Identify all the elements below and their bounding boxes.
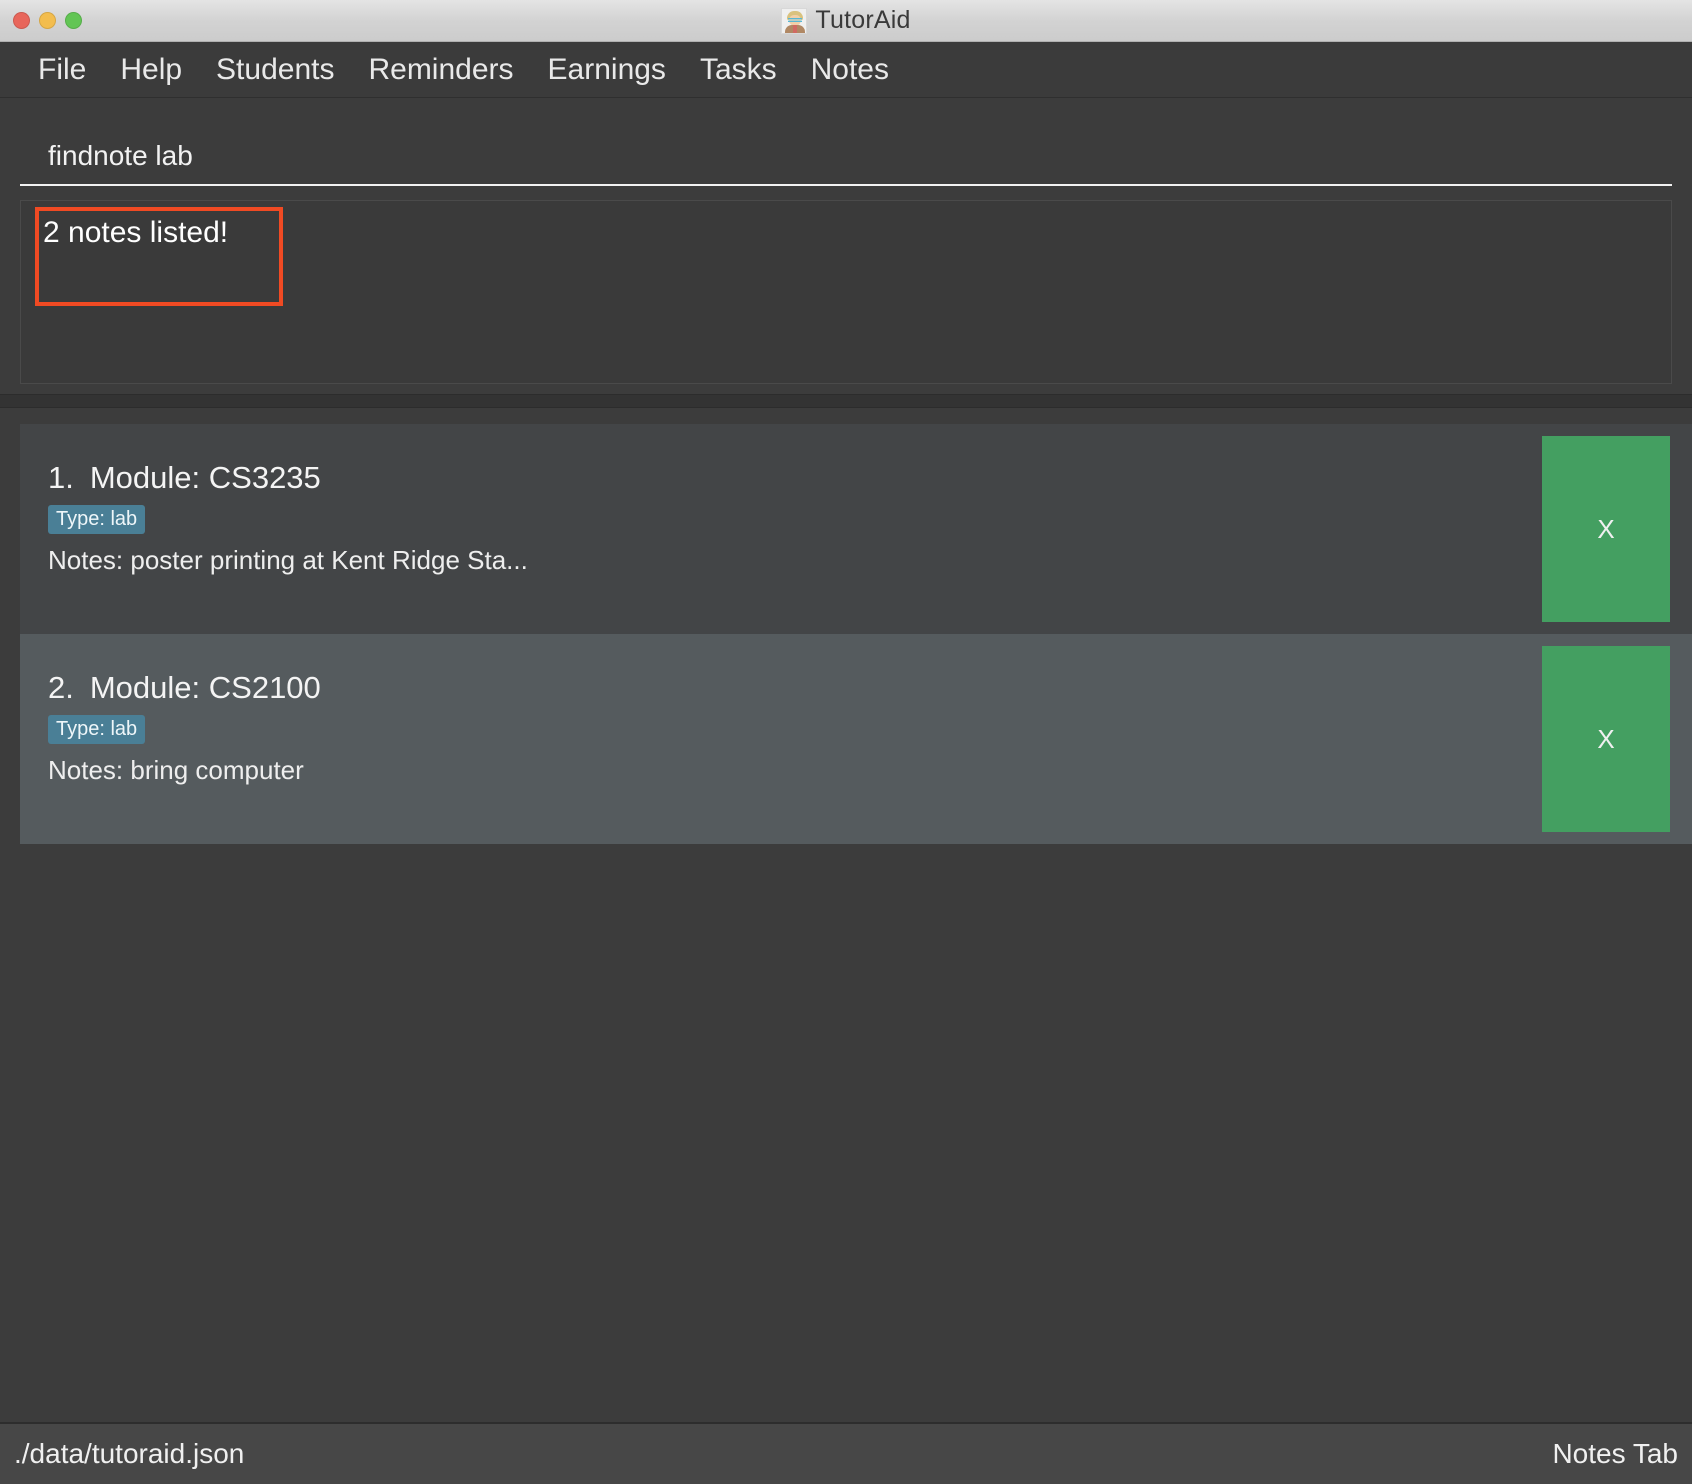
command-input[interactable]: findnote lab	[20, 142, 1672, 186]
note-card-body: 2. Module: CS2100 Type: lab Notes: bring …	[20, 634, 1542, 844]
maximize-window-button[interactable]	[65, 12, 82, 29]
note-action-cell: X	[1542, 634, 1692, 844]
note-index: 1.	[48, 460, 74, 495]
panel-divider	[0, 394, 1692, 408]
note-title-line: 2. Module: CS2100	[48, 670, 1542, 705]
app-window: TutorAid File Help Students Reminders Ea…	[0, 0, 1692, 1484]
result-display-box: 2 notes listed!	[20, 200, 1672, 384]
result-message: 2 notes listed!	[43, 216, 229, 249]
note-list: 1. Module: CS3235 Type: lab Notes: poster…	[20, 424, 1692, 844]
status-tab-name: Notes Tab	[1552, 1438, 1678, 1469]
note-type-badge: Type: lab	[48, 504, 146, 534]
note-action-cell: X	[1542, 424, 1692, 634]
menu-bar: File Help Students Reminders Earnings Ta…	[0, 42, 1692, 98]
note-description: Notes: poster printing at Kent Ridge Sta…	[48, 544, 528, 575]
note-title-line: 1. Module: CS3235	[48, 460, 1542, 495]
menu-item-earnings[interactable]: Earnings	[531, 54, 683, 85]
note-list-panel[interactable]: 1. Module: CS3235 Type: lab Notes: poster…	[0, 408, 1692, 1422]
status-file-path: ./data/tutoraid.json	[14, 1438, 245, 1469]
window-title: TutorAid	[815, 6, 911, 34]
list-item[interactable]: 1. Module: CS3235 Type: lab Notes: poster…	[20, 424, 1692, 634]
menu-item-students[interactable]: Students	[199, 54, 351, 85]
result-display-area: 2 notes listed!	[0, 186, 1692, 394]
command-area: findnote lab	[0, 98, 1692, 186]
note-card-body: 1. Module: CS3235 Type: lab Notes: poster…	[20, 424, 1542, 634]
menu-item-help[interactable]: Help	[103, 54, 199, 85]
menu-item-reminders[interactable]: Reminders	[351, 54, 530, 85]
list-item[interactable]: 2. Module: CS2100 Type: lab Notes: bring …	[20, 634, 1692, 844]
note-index: 2.	[48, 670, 74, 705]
window-controls	[0, 12, 82, 29]
window-title-group: TutorAid	[0, 0, 1692, 41]
title-bar: TutorAid	[0, 0, 1692, 42]
note-type-badge: Type: lab	[48, 714, 146, 744]
delete-note-button[interactable]: X	[1542, 646, 1670, 832]
note-description: Notes: bring computer	[48, 754, 304, 785]
note-module: Module: CS2100	[89, 670, 321, 705]
minimize-window-button[interactable]	[39, 12, 56, 29]
close-window-button[interactable]	[13, 12, 30, 29]
menu-item-tasks[interactable]: Tasks	[683, 54, 794, 85]
person-avatar-icon	[781, 7, 808, 34]
delete-note-button[interactable]: X	[1542, 436, 1670, 622]
menu-item-notes[interactable]: Notes	[794, 54, 906, 85]
status-bar: ./data/tutoraid.json Notes Tab	[0, 1422, 1692, 1484]
note-module: Module: CS3235	[89, 460, 321, 495]
menu-item-file[interactable]: File	[32, 54, 103, 85]
